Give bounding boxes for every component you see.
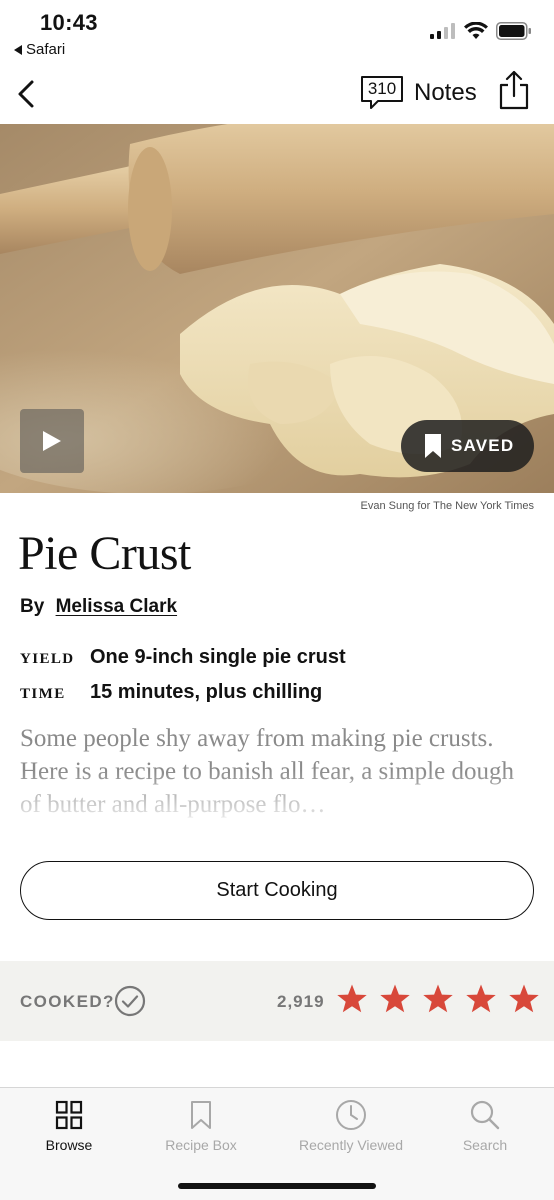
tab-browse-label: Browse: [45, 1137, 93, 1153]
notes-count: 310: [367, 79, 397, 98]
byline: By Melissa Clark: [20, 596, 177, 618]
back-app-label: Safari: [26, 41, 66, 58]
play-video-button[interactable]: [20, 409, 84, 473]
star-icon[interactable]: [422, 983, 454, 1015]
time-row: TIME 15 minutes, plus chilling: [20, 681, 540, 704]
signal-icon: [430, 23, 455, 39]
time-value: 15 minutes, plus chilling: [90, 681, 323, 703]
photo-credit: Evan Sung for The New York Times: [360, 500, 534, 512]
recipe-title: Pie Crust: [18, 527, 191, 580]
comment-bubble-icon: 310: [360, 76, 404, 110]
summary-fade: [0, 770, 554, 822]
cooked-rating-bar: COOKED? 2,919: [0, 961, 554, 1041]
rating-count: 2,919: [277, 992, 325, 1011]
wifi-icon: [464, 22, 488, 39]
tab-browse[interactable]: Browse: [9, 1098, 129, 1153]
bookmark-outline-icon: [191, 1101, 211, 1129]
start-cooking-button[interactable]: Start Cooking: [20, 861, 534, 920]
time-key: TIME: [20, 686, 66, 702]
star-icon[interactable]: [508, 983, 540, 1015]
tab-recipe-box[interactable]: Recipe Box: [141, 1098, 261, 1153]
search-icon: [470, 1100, 500, 1130]
recipe-nav-bar: 310 Notes: [0, 64, 554, 124]
bookmark-icon: [425, 434, 441, 458]
home-indicator: [178, 1183, 376, 1189]
clock-icon: [336, 1100, 366, 1130]
notes-button[interactable]: 310 Notes: [360, 76, 477, 110]
tab-recipe-box-label: Recipe Box: [165, 1137, 237, 1153]
author-link[interactable]: Melissa Clark: [56, 596, 177, 617]
yield-key: YIELD: [20, 651, 75, 667]
saved-label: SAVED: [451, 436, 515, 455]
yield-row: YIELD One 9-inch single pie crust: [20, 646, 540, 669]
tab-recently-viewed[interactable]: Recently Viewed: [286, 1098, 416, 1153]
back-triangle-icon: [14, 44, 22, 55]
chevron-left-icon[interactable]: [12, 76, 42, 112]
recipe-hero-image: SAVED: [0, 124, 554, 493]
notes-label: Notes: [414, 79, 477, 106]
play-icon: [43, 431, 61, 451]
star-icon[interactable]: [465, 983, 497, 1015]
star-rating[interactable]: [336, 983, 540, 1015]
tab-recently-viewed-label: Recently Viewed: [298, 1137, 404, 1153]
yield-value: One 9-inch single pie crust: [90, 646, 346, 668]
battery-icon: [496, 22, 531, 40]
status-bar: 10:43 Safari: [0, 0, 554, 64]
status-icons: [430, 22, 532, 40]
grid-icon: [55, 1100, 83, 1130]
share-icon[interactable]: [497, 68, 531, 112]
byline-prefix: By: [20, 596, 45, 617]
star-icon[interactable]: [379, 983, 411, 1015]
saved-button[interactable]: SAVED: [401, 420, 534, 472]
star-icon[interactable]: [336, 983, 368, 1015]
tab-search[interactable]: Search: [425, 1098, 545, 1153]
back-to-safari[interactable]: Safari: [14, 41, 65, 58]
cooked-label: COOKED?: [20, 992, 115, 1011]
check-circle-icon[interactable]: [114, 985, 146, 1017]
tab-search-label: Search: [462, 1137, 508, 1153]
status-time: 10:43: [40, 10, 98, 35]
